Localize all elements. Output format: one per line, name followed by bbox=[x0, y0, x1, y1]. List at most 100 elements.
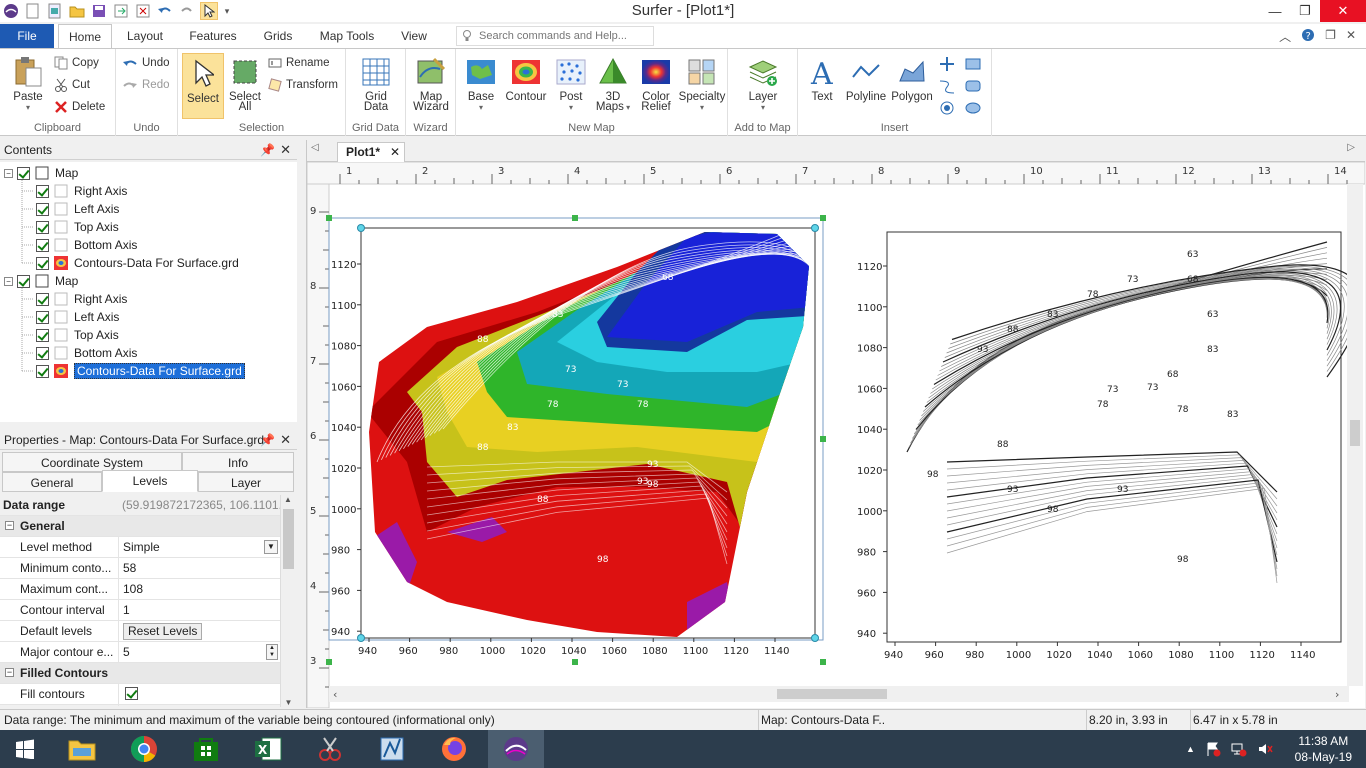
ellipse-icon[interactable] bbox=[964, 99, 988, 117]
tab-coordinate-system[interactable]: Coordinate System bbox=[2, 452, 182, 472]
close-panel-icon[interactable]: ✕ bbox=[280, 430, 291, 450]
select-button[interactable]: Select bbox=[182, 53, 224, 119]
visibility-checkbox[interactable] bbox=[36, 256, 49, 270]
taskbar-store[interactable] bbox=[178, 730, 234, 768]
close-doc-window-icon[interactable]: ✕ bbox=[1346, 28, 1356, 45]
reset-levels-button[interactable]: Reset Levels bbox=[123, 623, 203, 640]
tab-file[interactable]: File bbox=[0, 24, 54, 48]
taskbar-clock[interactable]: 11:38 AM 08-May-19 bbox=[1295, 733, 1352, 765]
pin-icon[interactable]: 📌 bbox=[260, 430, 275, 450]
color-relief-button[interactable]: Color Relief bbox=[634, 55, 678, 113]
level-method-select[interactable]: Simple bbox=[118, 537, 280, 557]
insert-polygon-button[interactable]: Polygon bbox=[890, 55, 934, 103]
restore-icon[interactable]: ❐ bbox=[1290, 0, 1320, 22]
tab-features[interactable]: Features bbox=[183, 24, 243, 48]
visibility-checkbox[interactable] bbox=[36, 346, 49, 360]
visibility-checkbox[interactable] bbox=[17, 274, 30, 288]
cut-button[interactable]: Cut bbox=[54, 75, 90, 95]
dropdown-arrow-icon[interactable]: ▼ bbox=[264, 540, 278, 554]
map-wizard-button[interactable]: Map Wizard bbox=[408, 55, 454, 113]
tab-map-tools[interactable]: Map Tools bbox=[312, 24, 382, 48]
minimize-icon[interactable]: — bbox=[1260, 0, 1290, 22]
select-all-button[interactable]: Select All bbox=[226, 55, 264, 113]
tree-layer-node[interactable]: Right Axis bbox=[36, 182, 127, 200]
pin-icon[interactable]: 📌 bbox=[260, 140, 275, 160]
specialty-map-button[interactable]: Specialty ▾ bbox=[678, 55, 726, 112]
tab-layout[interactable]: Layout bbox=[118, 24, 172, 48]
tree-layer-node[interactable]: Contours-Data For Surface.grd bbox=[36, 362, 245, 380]
maximum-contour-row[interactable]: Maximum cont... 108 bbox=[0, 579, 280, 600]
undo-button[interactable]: Undo bbox=[122, 53, 170, 73]
major-contour-row[interactable]: Major contour e... 5 ▲ ▼ bbox=[0, 642, 280, 663]
taskbar-file-explorer[interactable] bbox=[54, 730, 110, 768]
visibility-checkbox[interactable] bbox=[36, 310, 49, 324]
horizontal-scroll-thumb[interactable] bbox=[777, 689, 887, 699]
delete-button[interactable]: Delete bbox=[54, 97, 105, 117]
point-icon[interactable] bbox=[938, 99, 962, 117]
base-map-button[interactable]: Base ▾ bbox=[460, 55, 502, 112]
taskbar-chrome[interactable] bbox=[116, 730, 172, 768]
tree-layer-node[interactable]: Right Axis bbox=[36, 290, 127, 308]
contour-interval-field[interactable]: 1 bbox=[118, 600, 280, 620]
visibility-checkbox[interactable] bbox=[17, 166, 30, 180]
post-map-button[interactable]: Post ▾ bbox=[550, 55, 592, 112]
tab-view[interactable]: View bbox=[394, 24, 434, 48]
selection-handle[interactable] bbox=[326, 215, 332, 221]
tree-layer-node[interactable]: Top Axis bbox=[36, 326, 119, 344]
collapse-ribbon-icon[interactable]: ︿ bbox=[1279, 28, 1291, 45]
tree-map-node[interactable]: − Map bbox=[4, 164, 78, 182]
tree-layer-node[interactable]: Bottom Axis bbox=[36, 236, 137, 254]
selection-handle[interactable] bbox=[820, 436, 826, 442]
plot-canvas[interactable]: 1 2 3 4 5 6 7 8 9 10 11 12 13 14987654388837873737868… bbox=[307, 162, 1365, 708]
close-window-icon[interactable]: ✕ bbox=[1320, 0, 1366, 22]
section-general[interactable]: − General bbox=[0, 516, 280, 537]
redo-button[interactable]: Redo bbox=[122, 75, 170, 95]
scroll-tabs-right-icon[interactable]: ▷ bbox=[1347, 142, 1355, 153]
insert-polyline-button[interactable]: Polyline bbox=[842, 55, 890, 103]
insert-text-button[interactable]: A Text bbox=[802, 55, 842, 103]
rectangle-icon[interactable] bbox=[964, 55, 988, 73]
visibility-checkbox[interactable] bbox=[36, 202, 49, 216]
fill-contours-row[interactable]: Fill contours bbox=[0, 684, 280, 706]
tab-home[interactable]: Home bbox=[58, 24, 112, 49]
help-icon[interactable]: ? bbox=[1301, 28, 1315, 45]
rotation-handle[interactable] bbox=[811, 224, 819, 232]
collapse-icon[interactable]: − bbox=[5, 521, 14, 530]
tree-layer-node[interactable]: Left Axis bbox=[36, 308, 119, 326]
tab-grids[interactable]: Grids bbox=[256, 24, 300, 48]
rounded-rectangle-icon[interactable] bbox=[964, 77, 988, 95]
rotation-handle[interactable] bbox=[357, 634, 365, 642]
grid-data-button[interactable]: Grid Data bbox=[350, 55, 402, 113]
tab-info[interactable]: Info bbox=[182, 452, 294, 472]
vertical-scroll-thumb[interactable] bbox=[1350, 420, 1360, 446]
contour-interval-row[interactable]: Contour interval 1 bbox=[0, 600, 280, 621]
taskbar-firefox[interactable] bbox=[426, 730, 482, 768]
paste-button[interactable]: Paste ▾ bbox=[6, 55, 50, 112]
add-layer-button[interactable]: Layer ▾ bbox=[738, 55, 788, 112]
tab-general[interactable]: General bbox=[2, 472, 102, 492]
visibility-checkbox[interactable] bbox=[36, 292, 49, 306]
selection-handle[interactable] bbox=[326, 659, 332, 665]
visibility-checkbox[interactable] bbox=[36, 238, 49, 252]
scroll-left-icon[interactable]: ‹ bbox=[333, 688, 337, 701]
section-filled-contours[interactable]: − Filled Contours bbox=[0, 663, 280, 684]
scroll-tabs-left-icon[interactable]: ◁ bbox=[311, 142, 319, 153]
expand-collapse-icon[interactable]: − bbox=[4, 168, 13, 178]
network-icon[interactable] bbox=[1231, 741, 1247, 757]
copy-button[interactable]: Copy bbox=[54, 53, 99, 73]
restore-doc-icon[interactable]: ❐ bbox=[1325, 28, 1336, 45]
tree-layer-node[interactable]: Bottom Axis bbox=[36, 344, 137, 362]
3d-maps-button[interactable]: 3D Maps ▾ bbox=[592, 55, 634, 113]
taskbar-surfer[interactable] bbox=[488, 730, 544, 768]
symbol-icon[interactable] bbox=[938, 55, 962, 73]
selection-handle[interactable] bbox=[820, 659, 826, 665]
minimum-contour-row[interactable]: Minimum conto... 58 bbox=[0, 558, 280, 579]
spline-icon[interactable] bbox=[938, 77, 962, 95]
visibility-checkbox[interactable] bbox=[36, 364, 49, 378]
maximum-contour-field[interactable]: 108 bbox=[118, 579, 280, 599]
rotation-handle[interactable] bbox=[357, 224, 365, 232]
properties-scrollbar[interactable]: ▲ ▼ bbox=[280, 495, 295, 707]
taskbar-excel[interactable]: X bbox=[240, 730, 296, 768]
flag-alert-icon[interactable] bbox=[1205, 741, 1221, 757]
selection-handle[interactable] bbox=[572, 659, 578, 665]
